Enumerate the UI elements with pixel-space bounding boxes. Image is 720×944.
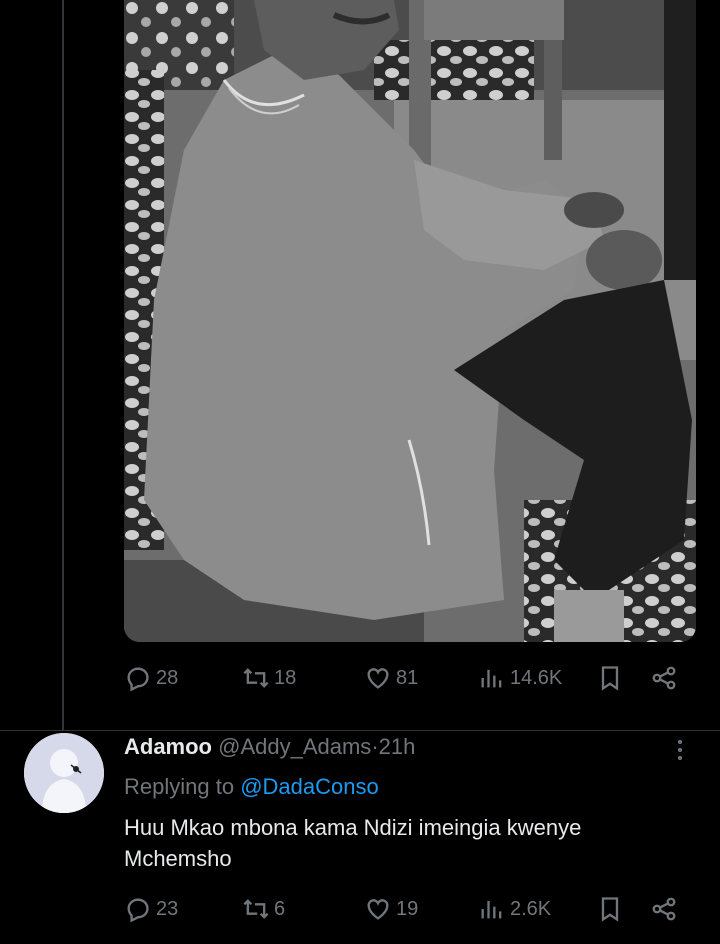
bookmark-icon xyxy=(601,666,619,691)
tweet-divider xyxy=(0,730,720,731)
bookmark-button[interactable] xyxy=(596,658,624,698)
reply-icon xyxy=(127,667,149,692)
reply-count: 23 xyxy=(156,897,179,920)
more-icon xyxy=(668,740,692,760)
reply-button[interactable]: 23 xyxy=(124,889,178,929)
mention-link[interactable]: @DadaConso xyxy=(240,774,379,799)
views-button[interactable]: 2.6K xyxy=(478,889,551,929)
replying-prefix: Replying to xyxy=(124,774,235,799)
like-button[interactable]: 19 xyxy=(364,889,418,929)
timestamp[interactable]: 21h xyxy=(379,734,416,759)
tweet-action-bar: 28 18 81 14.6K xyxy=(124,658,694,698)
reply-header: Adamoo @Addy_Adams·21h xyxy=(124,734,415,760)
views-count: 2.6K xyxy=(510,897,552,920)
heart-icon xyxy=(367,668,389,689)
views-icon xyxy=(481,900,502,919)
like-count: 19 xyxy=(396,897,419,920)
retweet-count: 6 xyxy=(274,897,286,920)
retweet-icon xyxy=(243,899,269,919)
views-button[interactable]: 14.6K xyxy=(478,658,562,698)
like-button[interactable]: 81 xyxy=(364,658,418,698)
share-button[interactable] xyxy=(650,889,678,929)
display-name[interactable]: Adamoo xyxy=(124,734,212,759)
avatar[interactable] xyxy=(24,733,104,813)
default-avatar-icon xyxy=(24,733,104,813)
retweet-icon xyxy=(243,668,269,688)
views-icon xyxy=(481,669,502,688)
heart-icon xyxy=(367,899,389,920)
bookmark-icon xyxy=(601,897,619,922)
more-options-button[interactable] xyxy=(668,736,692,766)
separator-dot: · xyxy=(371,734,379,759)
tweet-photo[interactable] xyxy=(124,0,696,642)
retweet-button[interactable]: 6 xyxy=(242,889,285,929)
replying-to: Replying to @DadaConso xyxy=(124,774,379,800)
share-button[interactable] xyxy=(650,658,678,698)
thread-line xyxy=(62,0,64,730)
reply-icon xyxy=(127,898,149,923)
reply-text: Huu Mkao mbona kama Ndizi imeingia kweny… xyxy=(124,815,582,871)
user-handle[interactable]: @Addy_Adams xyxy=(218,734,371,759)
like-count: 81 xyxy=(396,666,419,689)
retweet-count: 18 xyxy=(274,666,297,689)
bookmark-button[interactable] xyxy=(596,889,624,929)
reply-button[interactable]: 28 xyxy=(124,658,178,698)
reply-action-bar: 23 6 19 2.6K xyxy=(124,889,694,929)
share-icon xyxy=(652,897,676,921)
share-icon xyxy=(652,666,676,690)
views-count: 14.6K xyxy=(510,666,563,689)
retweet-button[interactable]: 18 xyxy=(242,658,296,698)
reply-count: 28 xyxy=(156,666,179,689)
